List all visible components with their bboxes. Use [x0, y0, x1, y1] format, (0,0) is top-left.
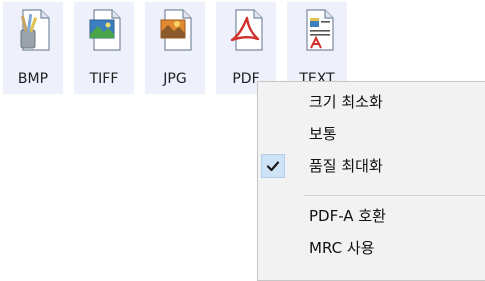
menu-item-use-mrc[interactable]: MRC 사용 [258, 233, 485, 263]
menu-item-label: PDF-A 호환 [309, 207, 386, 225]
jpg-file-icon [155, 6, 195, 54]
menu-separator [304, 195, 485, 196]
format-options-context-menu: 크기 최소화 보통 품질 최대화 PDF-A 호환 MRC 사용 [257, 81, 485, 281]
bmp-label: BMP [17, 71, 49, 87]
menu-item-label: 크기 최소화 [309, 93, 383, 111]
menu-item-normal[interactable]: 보통 [258, 119, 485, 149]
menu-item-label: MRC 사용 [309, 239, 375, 257]
menu-item-maximize-quality[interactable]: 품질 최대화 [258, 151, 485, 181]
checkmark-icon [261, 154, 285, 178]
menu-item-label: 품질 최대화 [309, 157, 383, 175]
text-file-icon [297, 6, 337, 54]
tiff-file-icon [84, 6, 124, 54]
menu-item-pdfa-compatible[interactable]: PDF-A 호환 [258, 201, 485, 231]
pdf-file-icon [226, 6, 266, 54]
jpg-format-button[interactable]: JPG [145, 2, 205, 94]
menu-item-label: 보통 [309, 125, 337, 143]
bmp-format-button[interactable]: BMP [3, 2, 63, 94]
bmp-file-icon [13, 6, 53, 54]
menu-item-minimize-size[interactable]: 크기 최소화 [258, 87, 485, 117]
tiff-label: TIFF [89, 71, 119, 87]
tiff-format-button[interactable]: TIFF [74, 2, 134, 94]
jpg-label: JPG [163, 71, 187, 87]
